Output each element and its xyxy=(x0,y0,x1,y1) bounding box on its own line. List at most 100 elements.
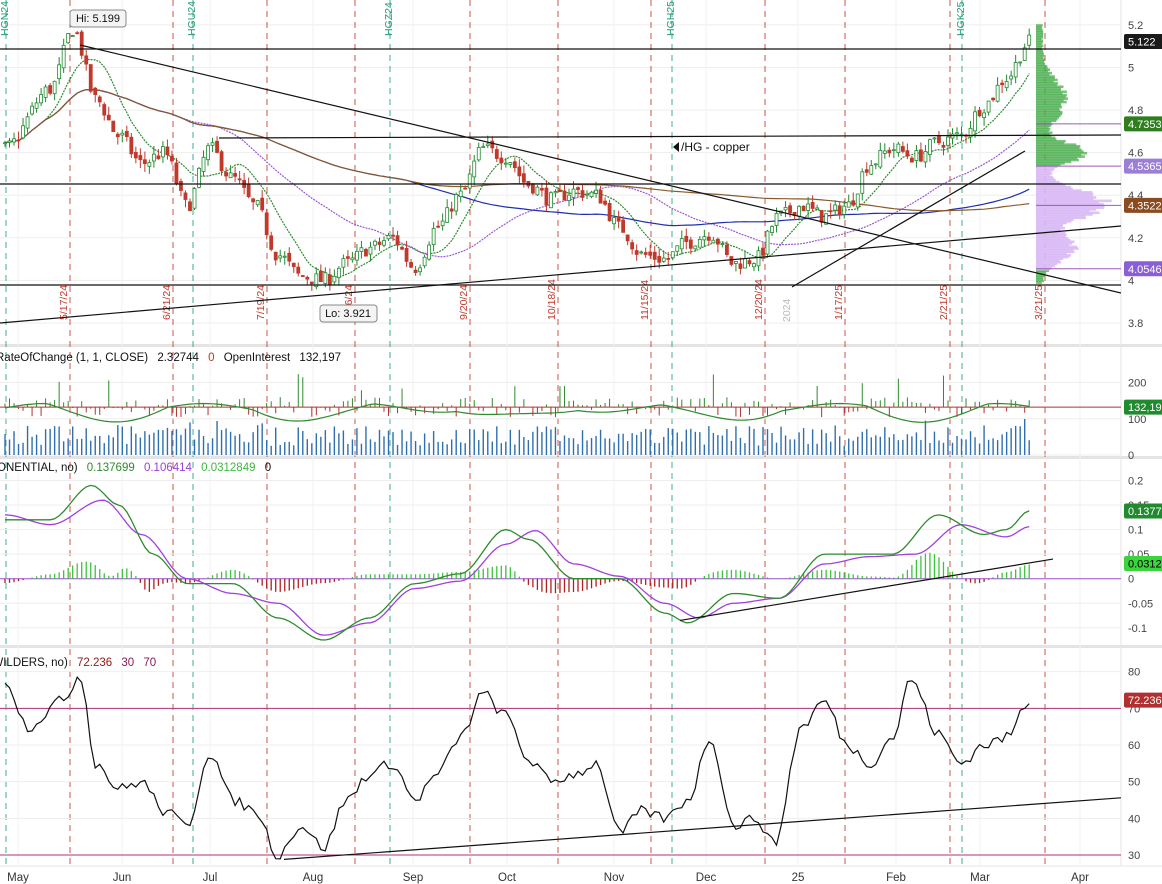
candle-body xyxy=(621,219,626,233)
candle-body xyxy=(530,183,535,194)
symbol-text: /HG - copper xyxy=(681,140,750,154)
month-tick-label: Apr xyxy=(1071,872,1089,884)
lo-label: Lo: 3.921 xyxy=(325,308,371,320)
candle-body xyxy=(237,178,242,181)
contract-marker-label: HGU24 xyxy=(186,1,198,36)
candle-body xyxy=(409,261,413,268)
rsi-tick-label: 50 xyxy=(1128,777,1140,789)
time-axis: May Jun Jul Aug Sep Oct Nov Dec 25 Feb Mar Apr xyxy=(7,872,1089,884)
candle-body xyxy=(909,157,914,163)
candle-body xyxy=(102,104,107,116)
rsi-lines xyxy=(4,676,1121,860)
candle-body xyxy=(688,239,693,249)
candle-body xyxy=(1004,81,1009,89)
candle-body xyxy=(427,244,432,260)
month-tick-label: Aug xyxy=(303,872,323,884)
candle-body xyxy=(436,225,441,228)
candle-body xyxy=(264,212,269,236)
candle-body xyxy=(715,238,720,245)
date-marker-label: 3/21/25 xyxy=(1033,285,1045,320)
candle-body xyxy=(702,236,707,241)
rsi-panel: 30 40 50 60 70 80 72.236 RSI (14, WILDERS, no)… xyxy=(0,657,1162,862)
candle-body xyxy=(580,190,585,198)
candle-body xyxy=(133,151,138,159)
candle-body xyxy=(1013,62,1018,78)
candle-body xyxy=(395,235,400,246)
candle-body xyxy=(400,246,404,250)
candle-body xyxy=(138,155,143,161)
candle-body xyxy=(801,205,806,212)
candle-body xyxy=(616,216,621,222)
candle-body xyxy=(481,146,486,148)
candle-body xyxy=(1022,47,1027,61)
month-tick-label: Dec xyxy=(696,872,717,884)
candle-body xyxy=(756,250,761,267)
rsi-axis: 30405060708072.236 xyxy=(1124,667,1162,862)
candle-body xyxy=(355,250,359,261)
candle-body xyxy=(919,149,923,162)
candle-body xyxy=(476,147,481,161)
rsi-tag-label: 72.236 xyxy=(1128,695,1162,707)
candle-body xyxy=(251,198,256,203)
candle-body xyxy=(946,136,950,146)
candle-body xyxy=(603,200,607,205)
candle-body xyxy=(828,210,833,213)
month-tick-label: 25 xyxy=(792,872,805,884)
candle-body xyxy=(995,84,1000,102)
candle-body xyxy=(445,207,450,223)
candle-body xyxy=(494,149,499,159)
candle-body xyxy=(233,173,238,177)
candle-body xyxy=(544,187,549,206)
candle-body xyxy=(124,130,129,138)
candle-body xyxy=(323,272,328,284)
candle-body xyxy=(643,252,648,255)
candle-body xyxy=(941,144,946,148)
candle-body xyxy=(549,192,553,209)
macd-panel: -0.1-0.0500.050.10.150.20.13770.0312 MAC… xyxy=(0,462,1162,641)
candle-body xyxy=(558,189,562,193)
candle-body xyxy=(774,212,779,226)
volume-header: RateOfChange (1, 1, CLOSE) 2.32744 0 Ope… xyxy=(0,352,341,364)
candle-body xyxy=(720,243,725,245)
candle-body xyxy=(657,256,662,263)
candle-body xyxy=(598,189,603,204)
candle-body xyxy=(670,251,675,259)
candle-body xyxy=(1000,82,1005,86)
candle-body xyxy=(305,276,310,280)
candle-body xyxy=(472,160,477,178)
candle-body xyxy=(499,157,504,164)
candle-body xyxy=(585,193,589,196)
candle-body xyxy=(88,64,93,92)
candle-body xyxy=(228,172,233,179)
candle-body xyxy=(291,262,296,268)
candle-body xyxy=(923,151,928,163)
candle-body xyxy=(246,184,251,198)
candle-body xyxy=(770,226,774,233)
candle-body xyxy=(156,155,161,160)
candle-body xyxy=(39,94,43,104)
month-tick-label: Sep xyxy=(403,872,423,884)
volume-tag-label: 132,197 xyxy=(1128,402,1162,414)
candle-body xyxy=(914,150,919,162)
candle-body xyxy=(634,250,639,255)
date-marker-label: 11/15/24 xyxy=(639,280,651,320)
candle-body xyxy=(873,163,878,166)
price-tick-label: 4.2 xyxy=(1128,233,1143,245)
candle-body xyxy=(693,245,698,250)
candle-body xyxy=(747,260,752,265)
roc-label: RateOfChange (1, 1, CLOSE) xyxy=(0,352,148,364)
candle-body xyxy=(7,140,12,143)
price-tick-label: 5.2 xyxy=(1128,20,1143,32)
macd-zero: 0 xyxy=(265,462,271,474)
candle-body xyxy=(675,245,680,252)
candle-body xyxy=(1018,61,1023,64)
candle-body xyxy=(729,256,734,265)
candle-body xyxy=(273,251,278,261)
trendlines xyxy=(0,44,1121,324)
candle-body xyxy=(648,251,653,256)
candle-body xyxy=(896,143,901,153)
candle-body xyxy=(147,162,152,167)
candle-body xyxy=(300,275,305,277)
price-tick-label: 5 xyxy=(1128,62,1134,74)
candle-body xyxy=(21,125,25,139)
